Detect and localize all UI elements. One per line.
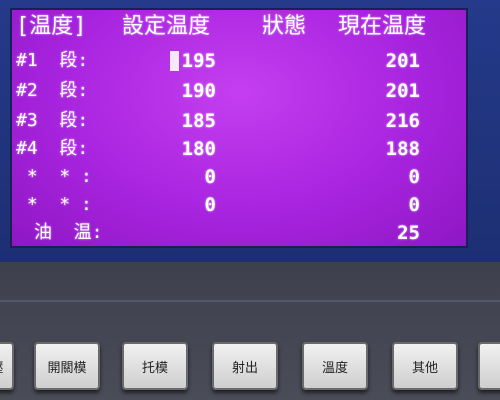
oil-temp-value: 25 <box>397 222 420 244</box>
inject-button[interactable]: 射出 <box>212 342 278 390</box>
row-label: #3 段: <box>16 110 89 131</box>
header-status: 狀態 <box>262 14 307 39</box>
lcd-screen: [温度] 設定温度 狀態 現在温度 #1 段: 195 201 #2 段: 19… <box>10 8 468 248</box>
panel-seam <box>0 300 500 302</box>
button-label: 托模 <box>141 360 168 376</box>
header-current-temp: 現在温度 <box>338 14 427 39</box>
button-label: 射出 <box>231 360 258 376</box>
button-label: 溫度 <box>321 360 348 376</box>
header-title: [温度] <box>16 14 87 39</box>
current-temp-value: 201 <box>385 80 420 102</box>
current-temp-value: 216 <box>385 110 420 132</box>
set-temp-value[interactable]: 180 <box>144 138 216 160</box>
right-partial-button[interactable] <box>478 342 500 390</box>
row-label: * * : <box>16 166 92 187</box>
button-label: 其他 <box>411 360 438 376</box>
left-partial-button[interactable]: 壓 <box>0 342 14 390</box>
row-label: #4 段: <box>16 138 89 159</box>
current-temp-value: 188 <box>385 138 420 160</box>
open-close-mold-button[interactable]: 開關模 <box>34 342 100 390</box>
button-label: 壓 <box>0 357 4 376</box>
set-temp-value[interactable]: 0 <box>144 194 216 216</box>
set-temp-value[interactable]: 185 <box>144 110 216 132</box>
other-button[interactable]: 其他 <box>392 342 458 390</box>
header-set-temp: 設定温度 <box>122 14 211 39</box>
row-label: #2 段: <box>16 80 89 101</box>
set-temp-value[interactable]: 190 <box>144 80 216 102</box>
current-temp-value: 0 <box>408 166 420 188</box>
set-temp-value[interactable]: 0 <box>144 166 216 188</box>
row-label: * * : <box>16 194 92 215</box>
set-temp-value[interactable]: 195 <box>144 50 216 72</box>
mold-support-button[interactable]: 托模 <box>122 342 188 390</box>
current-temp-value: 201 <box>385 50 420 72</box>
current-temp-value: 0 <box>408 194 420 216</box>
button-label: 開關模 <box>47 360 87 376</box>
row-label: #1 段: <box>16 50 89 71</box>
temperature-button[interactable]: 溫度 <box>302 342 368 390</box>
oil-temp-label: 油 温: <box>34 222 103 243</box>
